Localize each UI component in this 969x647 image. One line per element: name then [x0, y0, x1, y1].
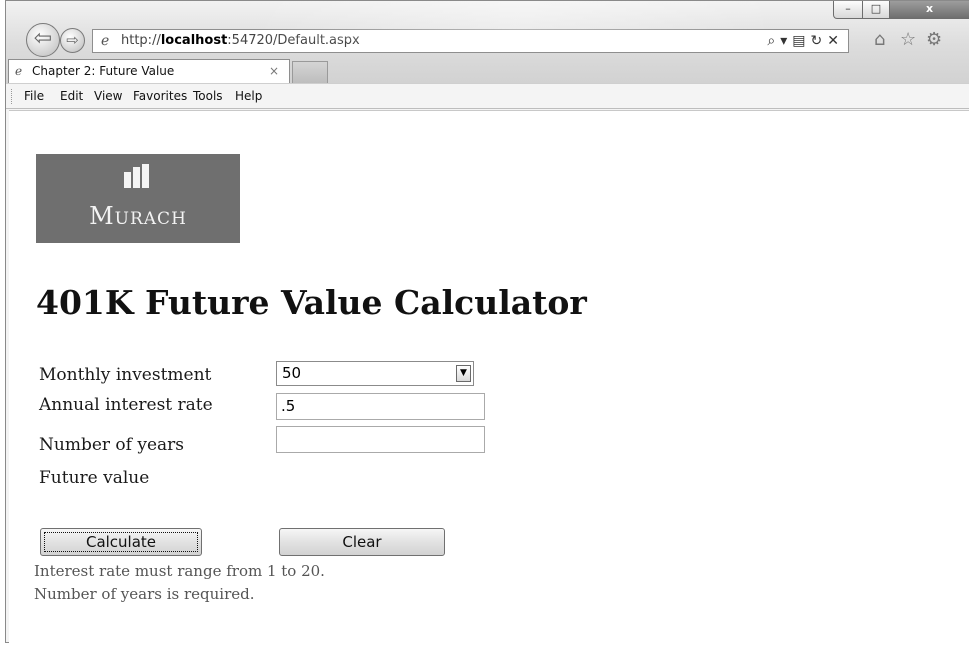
- calculate-button[interactable]: Calculate: [40, 528, 202, 556]
- compatibility-view-icon[interactable]: ▤: [792, 33, 810, 49]
- tab-title: Chapter 2: Future Value: [32, 64, 175, 78]
- home-icon[interactable]: ⌂: [874, 29, 885, 50]
- menu-bar: File Edit View Favorites Tools Help: [6, 83, 969, 109]
- stop-icon[interactable]: ✕: [827, 33, 844, 49]
- address-url: http://localhost:54720/Default.aspx: [121, 33, 360, 48]
- favorites-star-icon[interactable]: ☆: [900, 29, 916, 50]
- focus-rectangle: [44, 532, 198, 552]
- close-window-button[interactable]: x: [889, 1, 969, 19]
- forward-arrow-icon: ⇨: [66, 31, 79, 49]
- minimize-button[interactable]: –: [833, 1, 863, 19]
- interest-rate-label: Annual interest rate: [39, 395, 213, 415]
- menu-favorites[interactable]: Favorites: [133, 89, 187, 103]
- monthly-investment-select[interactable]: 50 ▼: [276, 361, 474, 386]
- maximize-button[interactable]: □: [862, 1, 890, 19]
- forward-button[interactable]: ⇨: [60, 28, 85, 53]
- page-title: 401K Future Value Calculator: [36, 283, 587, 322]
- years-required-error: Number of years is required.: [34, 585, 255, 603]
- menu-grip: [11, 89, 14, 104]
- menu-view[interactable]: View: [94, 89, 122, 103]
- tab-close-icon[interactable]: ×: [269, 60, 279, 82]
- menu-edit[interactable]: Edit: [60, 89, 83, 103]
- menu-tools[interactable]: Tools: [193, 89, 223, 103]
- page-content: MURACH 401K Future Value Calculator Mont…: [9, 110, 969, 644]
- clear-button[interactable]: Clear: [279, 528, 445, 556]
- interest-rate-input[interactable]: .5: [276, 393, 485, 420]
- dropdown-arrow-icon[interactable]: ▾: [780, 33, 792, 49]
- menu-help[interactable]: Help: [235, 89, 262, 103]
- refresh-icon[interactable]: ↻: [811, 33, 828, 49]
- murach-logo-mark-icon: [124, 164, 150, 188]
- menu-file[interactable]: File: [24, 89, 44, 103]
- tab-strip: ℯ Chapter 2: Future Value ×: [6, 56, 969, 83]
- future-value-label: Future value: [39, 468, 150, 488]
- new-tab-button[interactable]: [292, 61, 328, 83]
- interest-rate-error: Interest rate must range from 1 to 20.: [34, 562, 325, 580]
- browser-window: – □ x ⇦ ⇨ ℯ http://localhost:54720/Defau…: [5, 0, 969, 644]
- back-arrow-icon: ⇦: [33, 26, 53, 51]
- search-icon[interactable]: ⌕: [767, 33, 780, 49]
- murach-logo: MURACH: [36, 154, 240, 243]
- years-label: Number of years: [39, 435, 184, 455]
- monthly-investment-label: Monthly investment: [39, 365, 212, 385]
- ie-tab-icon: ℯ: [15, 64, 23, 78]
- dropdown-arrow-icon[interactable]: ▼: [456, 365, 471, 382]
- years-input[interactable]: [276, 426, 485, 453]
- tab-future-value[interactable]: ℯ Chapter 2: Future Value ×: [8, 59, 290, 83]
- address-bar[interactable]: ℯ http://localhost:54720/Default.aspx ⌕▾…: [92, 29, 849, 53]
- ie-page-icon: ℯ: [101, 33, 110, 49]
- title-bar: – □ x ⇦ ⇨ ℯ http://localhost:54720/Defau…: [6, 1, 969, 83]
- settings-gear-icon[interactable]: ⚙: [926, 29, 942, 50]
- back-button[interactable]: ⇦: [26, 23, 60, 57]
